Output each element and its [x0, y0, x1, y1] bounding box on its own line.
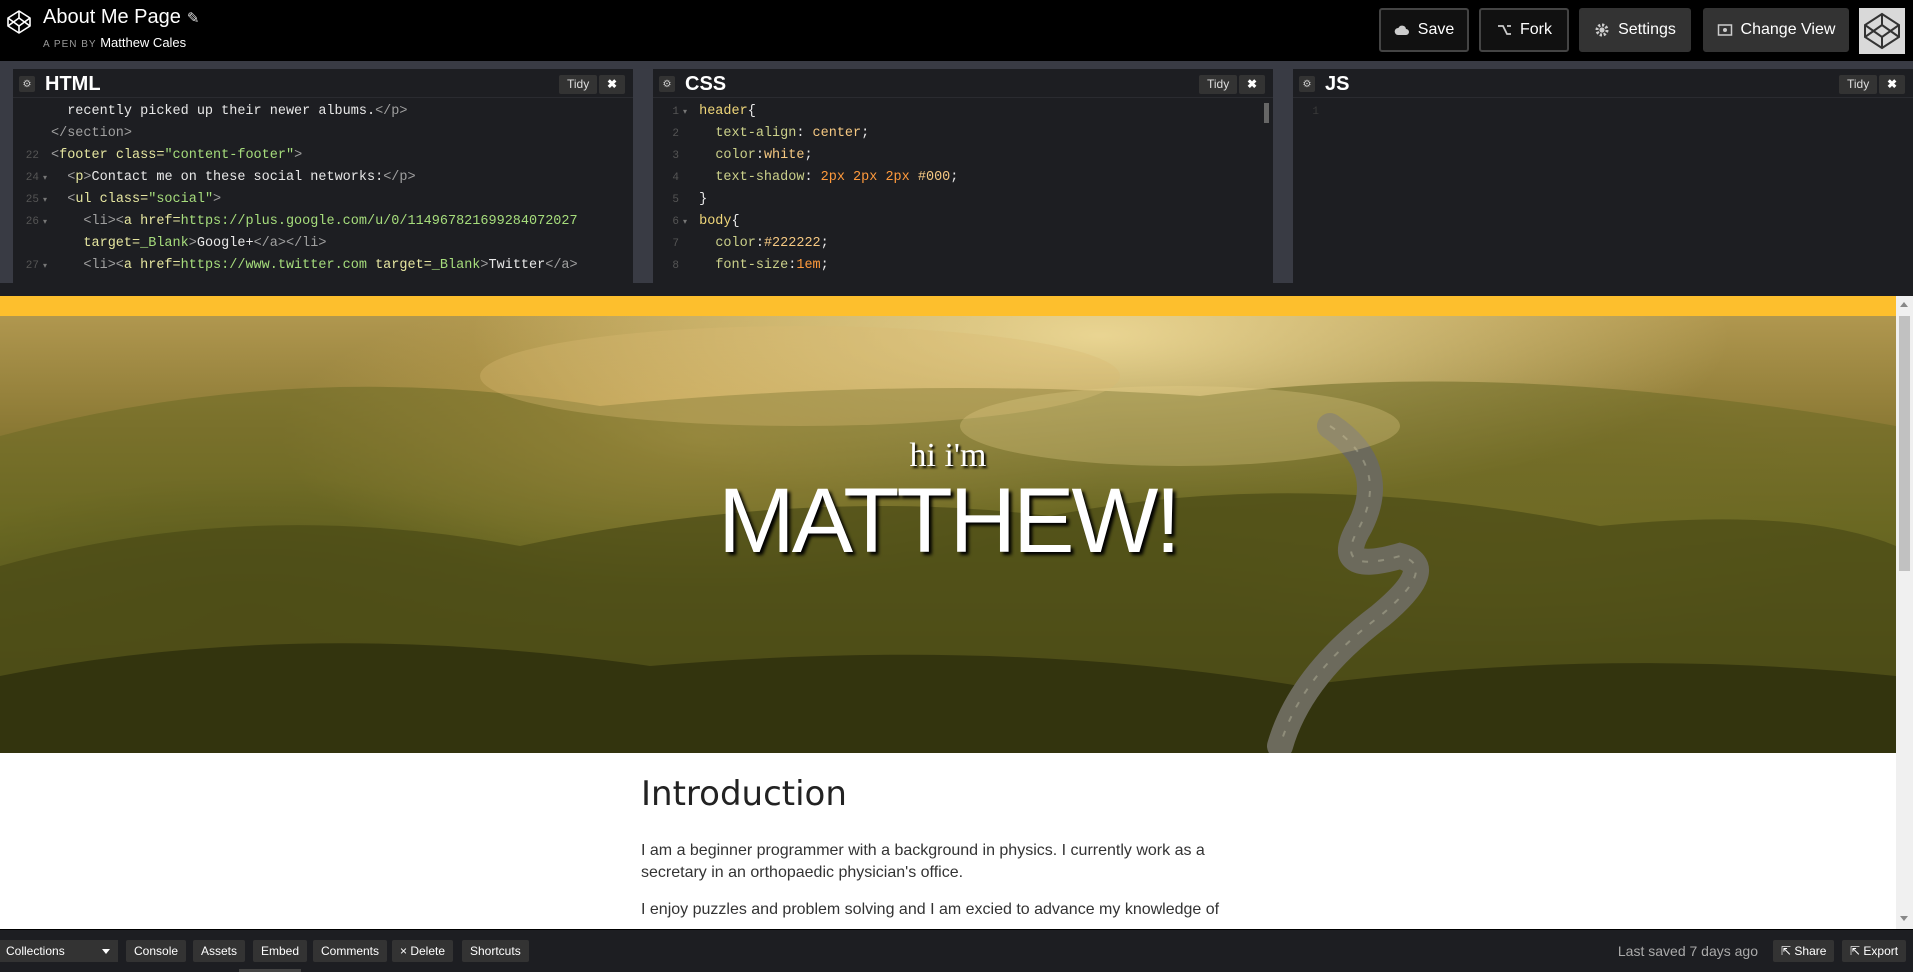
- html-editor-title: HTML: [45, 73, 101, 95]
- code-line: 2 text-align: center;: [672, 126, 870, 141]
- js-close-button[interactable]: ✖: [1879, 75, 1905, 94]
- share-icon: ⇱: [1781, 944, 1792, 958]
- editor-panels: ⚙ HTML Tidy ✖ recently picked up their n…: [0, 61, 1913, 283]
- export-button[interactable]: ⇱ Export: [1842, 940, 1907, 962]
- pen-by-label: A PEN BY: [43, 39, 97, 50]
- js-editor: ⚙ JS Tidy ✖ 1: [1293, 69, 1913, 283]
- js-settings-gear-icon[interactable]: ⚙: [1299, 76, 1315, 92]
- code-line: 25 ▾ <ul class="social">: [25, 192, 222, 207]
- html-close-button[interactable]: ✖: [599, 75, 625, 94]
- html-settings-gear-icon[interactable]: ⚙: [19, 76, 35, 92]
- preview-scrollbar[interactable]: [1896, 296, 1913, 929]
- pen-byline: A PEN BY Matthew Cales: [43, 35, 186, 50]
- pencil-edit-icon[interactable]: ✎: [187, 9, 200, 27]
- intro-paragraph-2: I enjoy puzzles and problem solving and …: [641, 901, 1220, 918]
- intro-heading: Introduction: [641, 774, 847, 814]
- chevron-down-icon: [102, 949, 110, 954]
- code-line: 1 ▾ header{: [672, 104, 756, 119]
- css-tidy-button[interactable]: Tidy: [1199, 75, 1238, 94]
- gear-icon: [1595, 23, 1609, 37]
- change-view-label: Change View: [1740, 21, 1836, 38]
- user-avatar[interactable]: [1859, 8, 1905, 54]
- view-icon: [1717, 24, 1732, 36]
- scroll-thumb[interactable]: [1899, 316, 1910, 571]
- code-line: 6 ▾ body{: [672, 214, 740, 229]
- code-line: 1: [1312, 106, 1319, 118]
- code-line: target=_Blank>Google+</a></li>: [83, 236, 327, 251]
- html-editor: ⚙ HTML Tidy ✖ recently picked up their n…: [13, 69, 633, 283]
- code-line: 3 color:white;: [672, 148, 813, 163]
- pen-title-text: About Me Page: [43, 6, 181, 28]
- fork-button[interactable]: Fork: [1479, 8, 1569, 52]
- preview-pane[interactable]: hi i'm MATTHEW! Introduction I am a begi…: [0, 296, 1913, 929]
- css-close-button[interactable]: ✖: [1239, 75, 1265, 94]
- scroll-down-icon[interactable]: [1900, 916, 1908, 921]
- settings-label: Settings: [1618, 21, 1676, 38]
- scroll-up-icon[interactable]: [1900, 302, 1908, 307]
- bottom-bar: Collections Console Assets Embed Comment…: [0, 929, 1913, 972]
- css-editor: ⚙ CSS Tidy ✖ 1 ▾ header{ 2 text-align: ce…: [653, 69, 1273, 283]
- css-scrollbar[interactable]: [1264, 103, 1269, 123]
- top-bar: About Me Page ✎ A PEN BY Matthew Cales Sa…: [0, 0, 1913, 61]
- code-line: 4 text-shadow: 2px 2px 2px #000;: [672, 170, 959, 185]
- export-icon: ⇱: [1850, 944, 1861, 958]
- html-code-area[interactable]: recently picked up their newer albums.</…: [13, 101, 633, 283]
- css-code-area[interactable]: 1 ▾ header{ 2 text-align: center; 3 color…: [653, 101, 1273, 283]
- code-line: 8 font-size:1em;: [672, 258, 829, 273]
- code-line: 27 ▾ <li><a href=https://www.twitter.com …: [25, 258, 578, 273]
- css-editor-title: CSS: [685, 73, 727, 95]
- assets-button[interactable]: Assets: [193, 940, 246, 962]
- share-button[interactable]: ⇱ Share: [1773, 940, 1835, 962]
- css-settings-gear-icon[interactable]: ⚙: [659, 76, 675, 92]
- code-line: recently picked up their newer albums.</…: [67, 104, 408, 119]
- html-editor-header: ⚙ HTML Tidy ✖: [13, 69, 633, 98]
- js-editor-header: ⚙ JS Tidy ✖: [1293, 69, 1913, 98]
- code-line: 26 ▾ <li><a href=https://plus.google.com/…: [25, 214, 578, 229]
- save-button[interactable]: Save: [1379, 8, 1469, 52]
- change-view-button[interactable]: Change View: [1703, 8, 1849, 52]
- last-saved-status: Last saved 7 days ago: [1617, 943, 1758, 959]
- collections-label: Collections: [6, 944, 65, 958]
- shortcuts-button[interactable]: Shortcuts: [462, 940, 529, 962]
- collections-select[interactable]: Collections: [0, 940, 118, 962]
- share-label: Share: [1794, 944, 1827, 958]
- export-label: Export: [1863, 944, 1899, 958]
- intro-paragraph-1: I am a beginner programmer with a backgr…: [641, 842, 1205, 881]
- js-tidy-button[interactable]: Tidy: [1839, 75, 1878, 94]
- codepen-logo-icon[interactable]: [6, 9, 32, 35]
- js-editor-title: JS: [1325, 73, 1350, 95]
- author-link[interactable]: Matthew Cales: [100, 35, 186, 50]
- settings-button[interactable]: Settings: [1579, 8, 1691, 52]
- console-button[interactable]: Console: [126, 940, 187, 962]
- css-editor-header: ⚙ CSS Tidy ✖: [653, 69, 1273, 98]
- comments-button[interactable]: Comments: [313, 940, 388, 962]
- hero-name: MATTHEW!: [718, 470, 1181, 572]
- save-label: Save: [1417, 21, 1455, 38]
- html-tidy-button[interactable]: Tidy: [559, 75, 598, 94]
- code-line: </section>: [51, 126, 133, 141]
- delete-button[interactable]: × Delete: [392, 940, 454, 962]
- code-line: 22 <footer class="content-footer">: [25, 148, 303, 163]
- code-line: 5 }: [672, 192, 708, 207]
- pen-title[interactable]: About Me Page ✎: [43, 6, 199, 29]
- cloud-icon: [1394, 25, 1409, 35]
- avatar-icon: [1859, 8, 1905, 54]
- code-line: 24 ▾ <p>Contact me on these social networ…: [25, 170, 416, 185]
- accent-bar: [0, 296, 1896, 316]
- fork-icon: [1498, 25, 1511, 35]
- code-line: 7 color:#222222;: [672, 236, 829, 251]
- fork-label: Fork: [1520, 21, 1552, 38]
- embed-button[interactable]: Embed: [253, 940, 308, 962]
- js-code-area[interactable]: 1: [1293, 101, 1913, 283]
